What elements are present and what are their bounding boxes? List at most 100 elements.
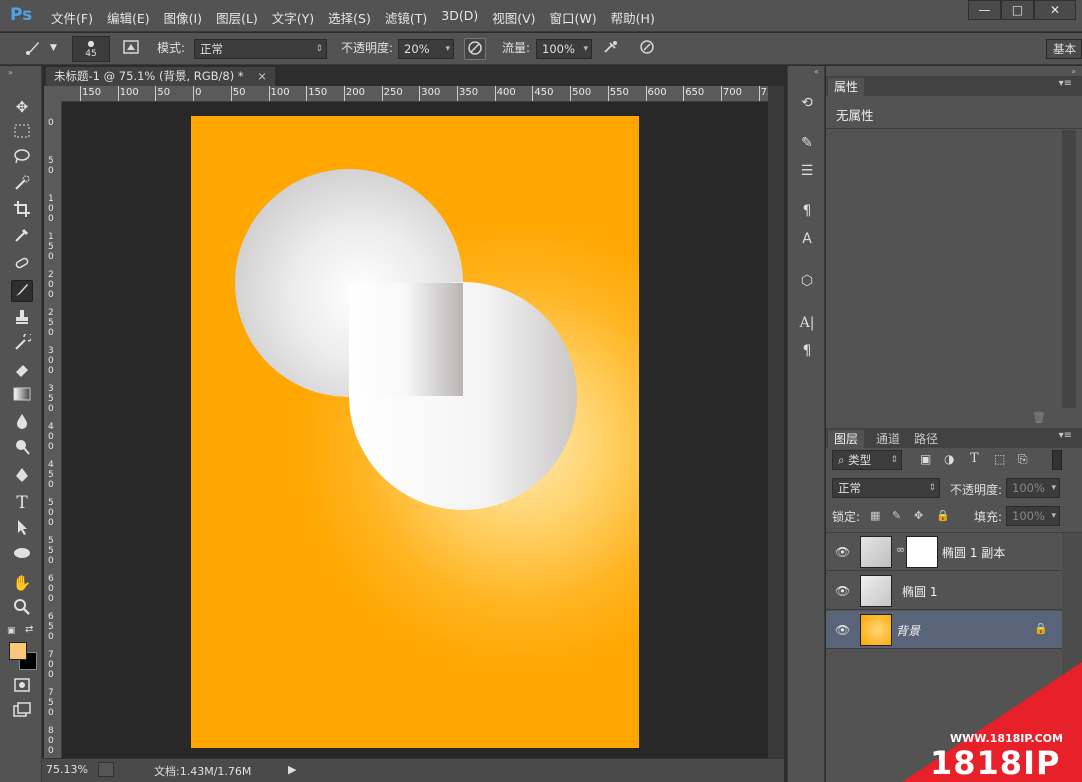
flow-field[interactable]: 100% ▾: [536, 39, 592, 59]
vertical-ruler[interactable]: 0 50 100 150 200 250 300 350 400 450 500 550 600 650 7…: [44, 102, 62, 758]
brush-size-picker[interactable]: ● 45: [72, 36, 110, 62]
screen-mode-icon[interactable]: [11, 702, 33, 724]
properties-scrollbar[interactable]: [1062, 130, 1076, 408]
lasso-tool-icon[interactable]: [11, 148, 33, 170]
tab-paths[interactable]: 路径: [908, 430, 944, 448]
hand-tool-icon[interactable]: ✋: [11, 572, 33, 594]
eraser-tool-icon[interactable]: [11, 360, 33, 382]
path-select-tool-icon[interactable]: [11, 518, 33, 540]
tab-layers[interactable]: 图层: [828, 430, 865, 448]
workspace-switcher[interactable]: 基本: [1046, 39, 1082, 59]
horizontal-ruler[interactable]: 150 100 50 0 50 100 150 200 250 300 350 400 450 500 55…: [62, 86, 768, 102]
lock-all-icon[interactable]: 🔒: [936, 509, 950, 522]
lock-position-icon[interactable]: ✥: [914, 509, 923, 522]
maximize-button[interactable]: □: [1001, 0, 1034, 20]
filter-adjustment-icon[interactable]: ◑: [944, 452, 954, 466]
layer-row-ellipse-1[interactable]: 👁 椭圆 1: [826, 572, 1062, 610]
filter-type-icon[interactable]: T: [970, 451, 979, 466]
menu-type[interactable]: 文字(Y): [272, 8, 314, 27]
ellipse-tool-icon[interactable]: [11, 544, 33, 566]
panel-menu-icon[interactable]: ▾≡: [1059, 430, 1072, 441]
blend-mode-select[interactable]: 正常 ⇕: [194, 39, 327, 59]
type-tool-icon[interactable]: T: [11, 492, 33, 514]
pen-tool-icon[interactable]: [11, 466, 33, 488]
adjustments-icon[interactable]: ☰: [796, 160, 818, 182]
paragraph-panel-icon[interactable]: ¶: [796, 340, 818, 362]
layer-row-background[interactable]: 👁 背景 🔒: [826, 611, 1062, 649]
menu-help[interactable]: 帮助(H): [611, 8, 655, 27]
tab-channels[interactable]: 通道: [870, 430, 906, 448]
chevron-down-icon[interactable]: ▼: [50, 43, 57, 53]
menu-layer[interactable]: 图层(L): [216, 8, 258, 27]
layer-row-ellipse-1-copy[interactable]: 👁 ∞ 椭圆 1 副本: [826, 533, 1062, 571]
menu-view[interactable]: 视图(V): [492, 8, 535, 27]
collapse-icon[interactable]: »: [8, 68, 13, 77]
filter-shape-icon[interactable]: ⬚: [994, 452, 1005, 466]
lock-pixels-icon[interactable]: ✎: [892, 509, 901, 522]
brush-tool-icon[interactable]: [11, 280, 33, 302]
pressure-size-icon[interactable]: [636, 38, 658, 60]
opacity-field[interactable]: 20% ▾: [398, 39, 454, 59]
visibility-eye-icon[interactable]: 👁: [835, 623, 850, 637]
airbrush-icon[interactable]: [600, 38, 622, 60]
brush-panel-icon[interactable]: [120, 38, 142, 60]
collapse-icon[interactable]: «: [814, 67, 819, 76]
menu-image[interactable]: 图像(I): [164, 8, 202, 27]
healing-brush-tool-icon[interactable]: [11, 254, 33, 276]
zoom-tool-icon[interactable]: [11, 598, 33, 620]
close-tab-icon[interactable]: ×: [257, 69, 267, 83]
3d-panel-icon[interactable]: ⬡: [796, 270, 818, 292]
menu-select[interactable]: 选择(S): [328, 8, 371, 27]
marquee-tool-icon[interactable]: [11, 122, 33, 144]
trash-icon[interactable]: 🗑: [1032, 411, 1046, 424]
fill-field[interactable]: 100% ▾: [1006, 506, 1060, 526]
layer-filter-select[interactable]: ⌕ 类型 ⇕: [832, 450, 902, 470]
character-panel-icon[interactable]: A|: [796, 312, 818, 334]
quick-mask-icon[interactable]: [11, 676, 33, 698]
close-window-button[interactable]: ✕: [1034, 0, 1076, 20]
document-tab[interactable]: 未标题-1 @ 75.1% (背景, RGB/8) * ×: [46, 67, 275, 86]
filter-smart-object-icon[interactable]: ⎘: [1018, 452, 1028, 467]
eyedropper-tool-icon[interactable]: [11, 226, 33, 248]
blur-tool-icon[interactable]: [11, 412, 33, 434]
status-toggle-icon[interactable]: [98, 762, 114, 777]
gradient-tool-icon[interactable]: [11, 386, 33, 408]
quick-select-tool-icon[interactable]: [11, 174, 33, 196]
dodge-tool-icon[interactable]: [11, 438, 33, 460]
filter-pixel-icon[interactable]: ▣: [920, 452, 931, 466]
filter-toggle[interactable]: [1052, 450, 1062, 470]
history-brush-tool-icon[interactable]: [11, 332, 33, 356]
minimize-button[interactable]: —: [968, 0, 1001, 20]
pressure-opacity-icon[interactable]: [464, 38, 486, 60]
clone-stamp-tool-icon[interactable]: [11, 308, 33, 330]
menu-filter[interactable]: 滤镜(T): [385, 8, 427, 27]
move-tool-icon[interactable]: ✥: [11, 96, 33, 118]
default-colors-icon[interactable]: ▣: [7, 626, 16, 636]
layer-mask-thumbnail[interactable]: [906, 536, 938, 568]
paragraph-styles-icon[interactable]: ¶: [796, 200, 818, 222]
collapse-icon[interactable]: »: [1071, 67, 1076, 76]
visibility-eye-icon[interactable]: 👁: [835, 584, 850, 598]
lock-transparent-icon[interactable]: ▦: [870, 509, 880, 522]
brush-presets-icon[interactable]: ✎: [796, 132, 818, 154]
history-panel-icon[interactable]: ⟲: [796, 92, 818, 114]
status-menu-arrow-icon[interactable]: ▶: [288, 763, 296, 776]
menu-window[interactable]: 窗口(W): [550, 8, 597, 27]
crop-tool-icon[interactable]: [11, 200, 33, 222]
brush-preset-icon[interactable]: [22, 38, 44, 60]
swap-colors-icon[interactable]: ⇄: [25, 624, 33, 635]
character-styles-icon[interactable]: A: [796, 228, 818, 250]
menu-edit[interactable]: 编辑(E): [107, 8, 150, 27]
menu-3d[interactable]: 3D(D): [441, 8, 478, 27]
panel-menu-icon[interactable]: ▾≡: [1059, 78, 1072, 89]
vertical-scrollbar[interactable]: [768, 86, 784, 758]
layer-opacity-field[interactable]: 100% ▾: [1006, 478, 1060, 498]
foreground-color-swatch[interactable]: [9, 642, 27, 660]
layer-blend-mode-select[interactable]: 正常 ⇕: [832, 478, 940, 498]
zoom-level[interactable]: 75.13%: [46, 763, 88, 776]
tab-properties[interactable]: 属性: [828, 78, 865, 96]
menu-file[interactable]: 文件(F): [51, 8, 93, 27]
ruler-origin[interactable]: [44, 86, 62, 102]
document-canvas[interactable]: [191, 116, 639, 748]
visibility-eye-icon[interactable]: 👁: [835, 545, 850, 559]
